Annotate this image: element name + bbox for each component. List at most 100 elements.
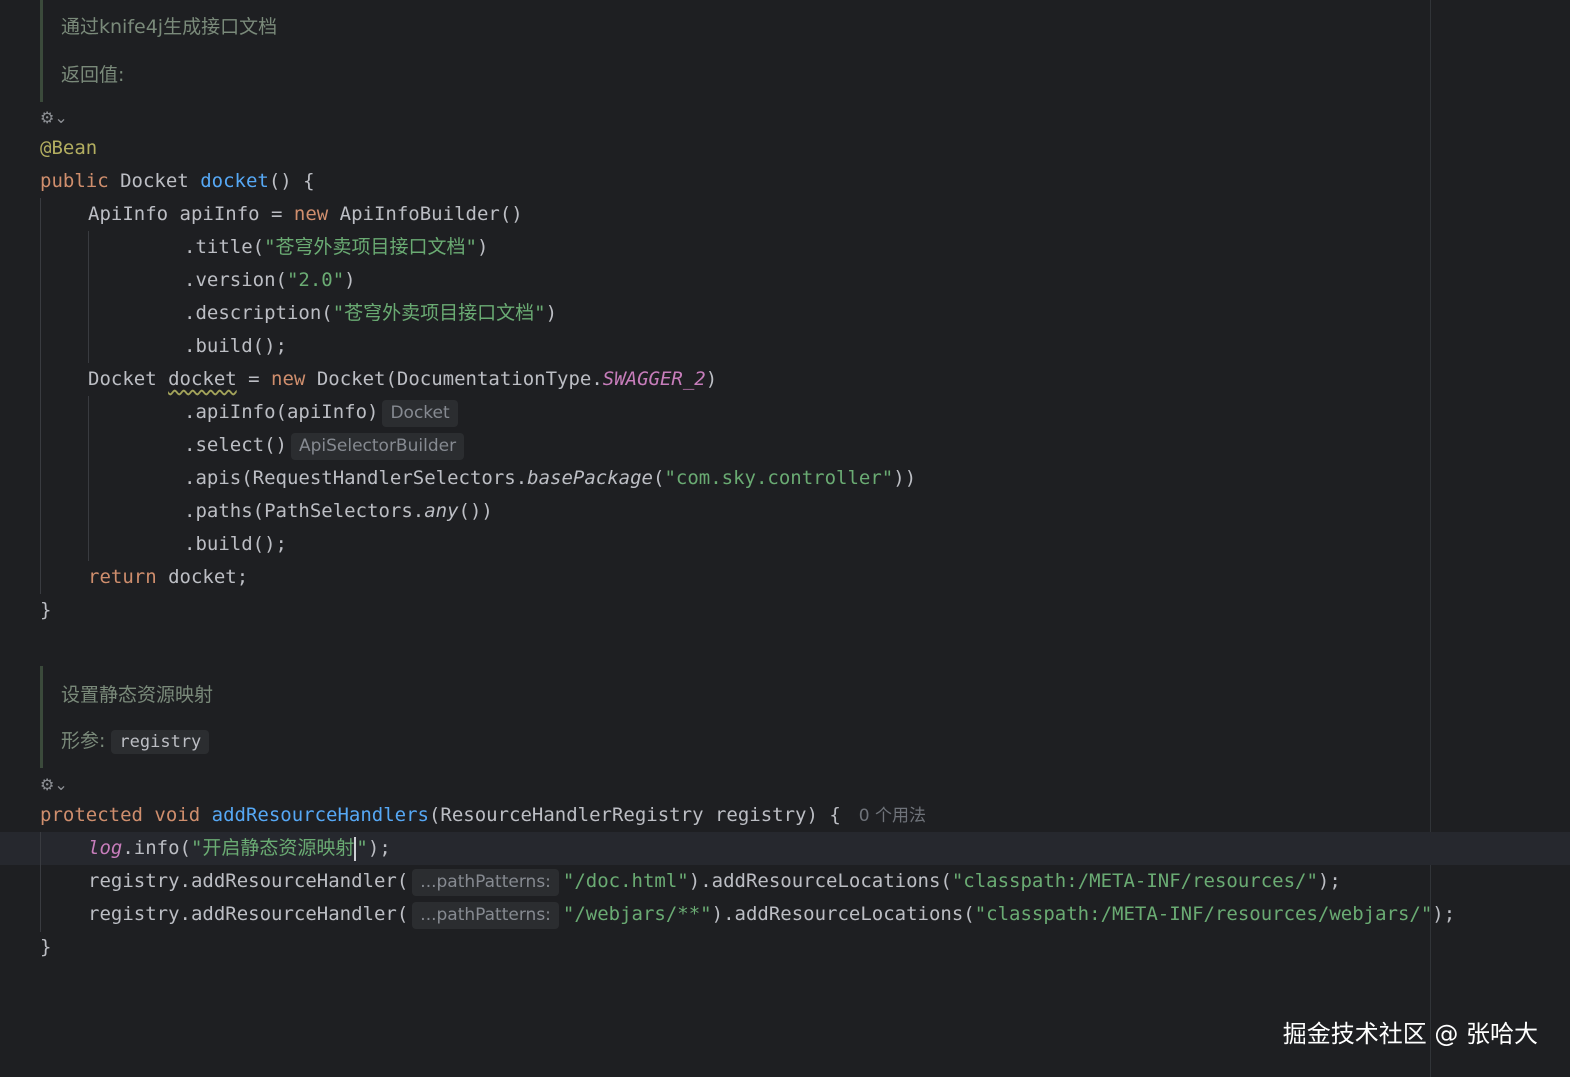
string-literal: "苍穹外卖项目接口文档" [332,302,546,324]
apiinfobuilder-ctor: ApiInfoBuilder() [328,203,523,225]
gear-icon[interactable]: ⚙⌄ [40,775,68,794]
code-line[interactable]: Docket docket = new Docket(Documentation… [88,363,717,396]
paren-brace: () { [268,170,315,192]
string-literal: "2.0" [286,269,345,291]
method-params: (ResourceHandlerRegistry registry) { [428,804,841,826]
code-line[interactable]: .build(); [184,330,287,363]
javadoc-block-docket: 通过knife4j生成接口文档 返回值: [40,0,443,102]
close-brace: } [40,599,52,621]
code-line[interactable]: .title("苍穹外卖项目接口文档") [184,231,488,264]
registry-call: registry.addResourceHandler( [88,903,409,925]
close-paren: ) [705,368,718,390]
version-call: .version( [184,269,287,291]
string-literal: "/webjars/**" [562,903,712,925]
code-editor[interactable]: 通过knife4j生成接口文档 返回值: ⚙⌄ @Bean public Doc… [0,0,1570,1077]
code-line[interactable]: .apiInfo(apiInfo) Docket [184,396,462,429]
close-paren: ) [545,302,558,324]
build-call: .build(); [184,335,287,357]
code-line[interactable]: .paths(PathSelectors.any()) [184,495,493,528]
paths-call: .paths(PathSelectors. [184,500,425,522]
doc-returns-label: 返回值: [61,64,125,86]
indent-guide [40,198,41,594]
doc-summary: 通过knife4j生成接口文档 [61,16,278,38]
type-hint-docket[interactable]: Docket [382,400,458,427]
method-name-addresourcehandlers: addResourceHandlers [211,804,429,826]
code-line[interactable]: .build(); [184,528,287,561]
description-call: .description( [184,302,333,324]
info-call: .info( [122,837,191,859]
doc-summary: 设置静态资源映射 [61,684,214,706]
gear-icon[interactable]: ⚙⌄ [40,108,68,127]
code-line[interactable]: .apis(RequestHandlerSelectors.basePackag… [184,462,916,495]
log-field: log [88,837,123,859]
code-line[interactable]: .select() ApiSelectorBuilder [184,429,468,462]
code-line[interactable]: registry.addResourceHandler(...pathPatte… [88,865,1341,898]
code-line[interactable]: .version("2.0") [184,264,356,297]
method-name-docket: docket [200,170,269,192]
watermark: 掘金技术社区 @ 张哈大 [1282,1020,1538,1048]
assign: = [236,368,272,390]
docket-ctor: Docket(DocumentationType. [305,368,603,390]
code-line[interactable]: public Docket docket() { [40,165,315,198]
basepackage-call: basePackage [527,467,654,489]
addlocations-call: ).addResourceLocations( [688,870,952,892]
docket-decl-type: Docket [88,368,169,390]
paren-open: ( [653,467,665,489]
type-hint-apiselectorbuilder[interactable]: ApiSelectorBuilder [290,433,465,460]
stmt-end: ); [1317,870,1341,892]
doc-param-name[interactable]: registry [111,730,210,754]
type-docket: Docket [120,170,189,192]
string-literal: "/doc.html" [562,870,689,892]
log-close: ); [367,837,391,859]
return-rest: docket; [156,566,249,588]
registry-call: registry.addResourceHandler( [88,870,409,892]
close-brace: } [40,936,52,958]
string-literal: "开启静态资源映射 [190,837,355,859]
param-hint-pathpatterns[interactable]: ...pathPatterns: [412,869,559,896]
apis-call: .apis(RequestHandlerSelectors. [184,467,528,489]
any-call: any [424,500,459,522]
keyword-public: public [40,170,109,192]
title-call: .title( [184,236,265,258]
close-paren: ) [476,236,489,258]
keyword-protected: protected [40,804,143,826]
docket-variable-warning[interactable]: docket [168,368,237,390]
code-line[interactable]: @Bean [40,132,97,165]
code-line[interactable]: } [40,931,51,964]
apiinfo-call: .apiInfo(apiInfo) [184,401,379,423]
indent-guide [88,396,89,561]
keyword-new: new [271,368,306,390]
string-literal: "com.sky.controller" [664,467,894,489]
code-line[interactable]: ApiInfo apiInfo = new ApiInfoBuilder() [88,198,523,231]
keyword-return: return [88,566,157,588]
select-call: .select() [184,434,287,456]
double-close: )) [893,467,917,489]
indent-guide [88,231,89,363]
annotation-bean: @Bean [40,137,98,159]
code-line[interactable]: .description("苍穹外卖项目接口文档") [184,297,557,330]
keyword-new: new [293,203,329,225]
keyword-void: void [154,804,201,826]
close-paren: ) [344,269,356,291]
param-hint-pathpatterns[interactable]: ...pathPatterns: [412,902,559,929]
code-line[interactable]: protected void addResourceHandlers(Resou… [40,799,926,832]
apiinfo-decl: ApiInfo apiInfo = [88,203,294,225]
string-literal: "classpath:/META-INF/resources/webjars/" [974,903,1433,925]
string-literal: "classpath:/META-INF/resources/" [951,870,1318,892]
doc-param-label: 形参: [61,730,106,752]
any-close: ()) [458,500,493,522]
swagger-constant: SWAGGER_2 [602,368,706,390]
string-literal: "苍穹外卖项目接口文档" [264,236,477,258]
doc-param-line: 形参: registry [61,726,210,754]
code-line[interactable]: registry.addResourceHandler(...pathPatte… [88,898,1455,931]
addlocations-call: ).addResourceLocations( [711,903,975,925]
javadoc-block-addresourcehandlers: 设置静态资源映射 形参: registry [40,666,443,768]
code-line[interactable]: } [40,594,51,627]
stmt-end: ); [1432,903,1456,925]
build-call: .build(); [184,533,287,555]
code-line-current[interactable]: log.info("开启静态资源映射 "); [88,832,391,865]
indent-guide [40,832,41,932]
string-literal-end: " [356,837,368,859]
code-line[interactable]: return docket; [88,561,248,594]
usage-count[interactable]: 0 个用法 [859,806,926,826]
